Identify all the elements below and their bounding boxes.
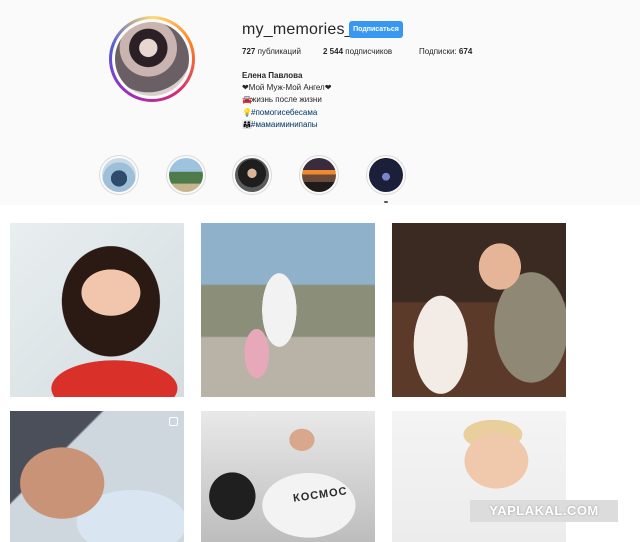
highlight-5-image — [369, 158, 403, 192]
highlight-4[interactable] — [299, 155, 339, 195]
full-name: Елена Павлова — [242, 71, 303, 80]
family-icon: 👨‍👩‍👧 — [242, 119, 252, 129]
hashtag-link-2[interactable]: #мамаиминипапы — [251, 120, 318, 129]
sweater-print-text: КОСМОС — [292, 485, 349, 505]
profile-header: my_memories_a Подписаться 727 публикаций… — [0, 0, 640, 205]
lightbulb-icon: 💡 — [242, 107, 252, 117]
bio-line-2: 🚘жизнь после жизни — [242, 94, 331, 106]
highlight-5[interactable] — [366, 155, 406, 195]
multi-photo-icon — [169, 417, 178, 426]
posts-count: 727 — [242, 47, 256, 56]
avatar-image — [115, 22, 189, 96]
following-count: 674 — [458, 47, 473, 56]
scroll-indicator — [384, 201, 388, 203]
highlight-2[interactable] — [166, 155, 206, 195]
following-label: Подписки: — [419, 47, 457, 56]
followers-count: 2 544 — [323, 47, 344, 56]
highlight-4-image — [302, 158, 336, 192]
post-father-newborn[interactable] — [10, 411, 184, 542]
stat-followers[interactable]: 2 544 подписчиков — [323, 47, 392, 56]
profile-bio: Елена Павлова ❤Мой Муж-Мой Ангел❤ 🚘жизнь… — [242, 70, 331, 131]
bio-line-3: 💡#помогисебесама — [242, 107, 331, 119]
bio-line-2-text: жизнь после жизни — [251, 95, 322, 105]
stat-posts[interactable]: 727 публикаций — [242, 47, 301, 56]
post-woman-in-car[interactable]: КОСМОС — [201, 411, 375, 542]
hashtag-link-1[interactable]: #помогисебесама — [251, 108, 317, 117]
posts-label: публикаций — [257, 47, 302, 56]
follow-button[interactable]: Подписаться — [349, 21, 403, 38]
watermark: YAPLAKAL.COM — [470, 500, 618, 522]
bio-line-1: ❤Мой Муж-Мой Ангел❤ — [242, 83, 332, 93]
post-father-daughter[interactable] — [392, 223, 566, 397]
followers-label: подписчиков — [345, 47, 393, 56]
highlight-1-image — [102, 158, 136, 192]
profile-avatar[interactable] — [109, 16, 195, 102]
highlight-3-image — [235, 158, 269, 192]
post-mother-daughter[interactable] — [201, 223, 375, 397]
post-toddler-boy[interactable] — [392, 411, 566, 542]
story-highlights — [0, 155, 640, 195]
stat-following[interactable]: Подписки: 674 — [419, 47, 472, 56]
car-icon: 🚘 — [242, 95, 252, 105]
highlight-3[interactable] — [232, 155, 272, 195]
post-portrait-woman[interactable] — [10, 223, 184, 397]
highlight-1[interactable] — [99, 155, 139, 195]
highlight-2-image — [169, 158, 203, 192]
posts-grid: КОСМОС — [0, 205, 640, 542]
profile-username: my_memories_a — [242, 21, 363, 38]
bio-line-4: 👨‍👩‍👧#мамаиминипапы — [242, 119, 331, 131]
